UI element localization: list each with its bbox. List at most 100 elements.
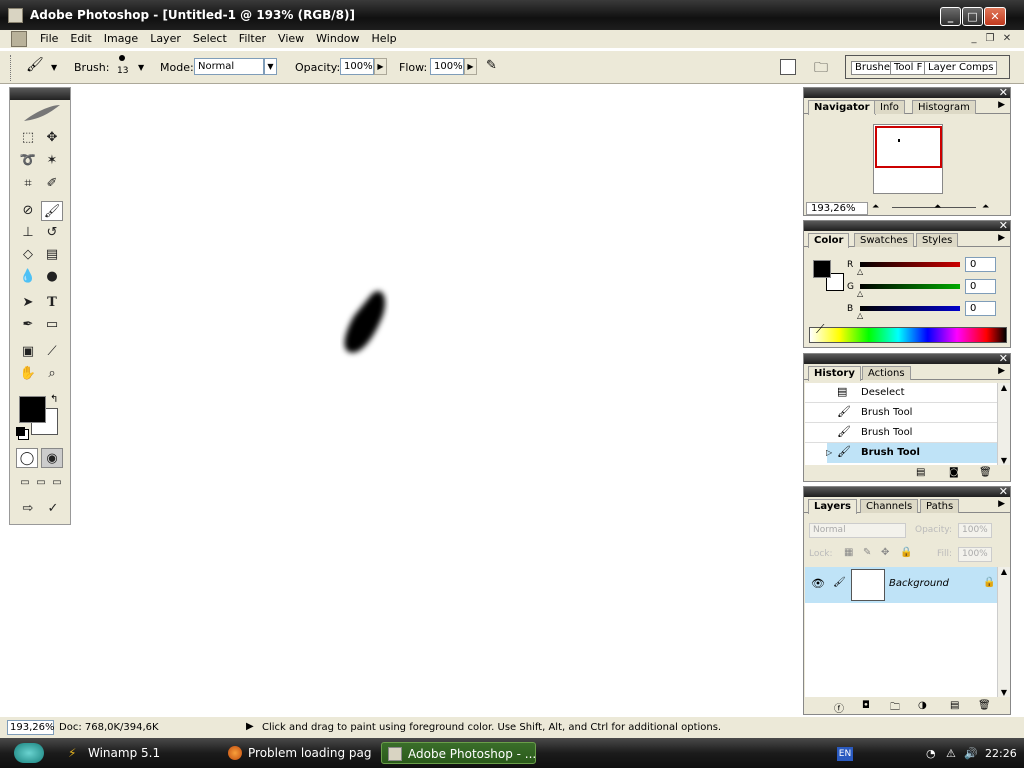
foreground-color-top[interactable] [19, 396, 46, 423]
airbrush-icon[interactable]: ✎ [486, 58, 508, 78]
lasso-tool-icon[interactable]: ➰ [17, 151, 39, 171]
navigator-zoom-field[interactable]: 193,26% [806, 202, 868, 215]
opacity-slider-arrow[interactable]: ▶ [374, 58, 387, 75]
channel-b-thumb[interactable]: △ [857, 311, 863, 320]
scroll-down-icon[interactable]: ▼ [998, 456, 1010, 465]
move-tool-icon[interactable]: ✥ [41, 128, 63, 148]
panel-menu-arrow-icon[interactable]: ▶ [998, 100, 1005, 110]
palette-well-layer-comps-tab[interactable]: Layer Comps [924, 61, 998, 75]
jump-to-imageready-icon[interactable]: ⇨ [17, 499, 39, 519]
shape-tool-icon[interactable]: ▭ [41, 315, 63, 335]
tray-volume-icon[interactable]: 🔊 [964, 747, 978, 760]
palette-toggle-icon[interactable] [780, 59, 796, 75]
tab-info[interactable]: Info [874, 100, 905, 114]
healing-brush-tool-icon[interactable]: ⊘ [17, 201, 39, 221]
document-canvas[interactable] [72, 86, 802, 716]
adobe-feather-icon[interactable] [22, 103, 62, 123]
menu-view[interactable]: View [272, 32, 310, 45]
menu-image[interactable]: Image [98, 32, 144, 45]
doc-restore-button[interactable]: ❐ [982, 31, 998, 46]
history-item[interactable]: 🖌 Brush Tool [805, 423, 997, 443]
delete-state-icon[interactable]: 🗑 [979, 467, 992, 478]
doc-close-button[interactable]: ✕ [999, 31, 1015, 46]
menu-edit[interactable]: Edit [64, 32, 97, 45]
magic-wand-tool-icon[interactable]: ✶ [41, 151, 63, 171]
channel-b-field[interactable]: 0 [965, 301, 996, 316]
add-layer-style-icon[interactable]: ⓕ [834, 700, 844, 715]
tab-history[interactable]: History [808, 366, 861, 381]
channel-g-field[interactable]: 0 [965, 279, 996, 294]
lock-position-icon[interactable]: ✥ [881, 547, 889, 558]
taskbar-photoshop[interactable]: Adobe Photoshop - ... [381, 742, 536, 764]
history-item[interactable]: ▤ Deselect [805, 383, 997, 403]
history-brush-tool-icon[interactable]: ↺ [41, 223, 63, 243]
channel-g-thumb[interactable]: △ [857, 289, 863, 298]
close-button[interactable]: ✕ [984, 7, 1006, 26]
menu-select[interactable]: Select [187, 32, 233, 45]
status-info-arrow-icon[interactable]: ▶ [246, 721, 254, 732]
crop-tool-icon[interactable]: ⌗ [17, 174, 39, 194]
file-browser-icon[interactable]: 🗀 [814, 57, 834, 77]
layer-brush-link-icon[interactable]: 🖌 [833, 577, 846, 588]
layer-visibility-eye-icon[interactable]: 👁 [811, 577, 825, 590]
menu-window[interactable]: Window [310, 32, 365, 45]
zoom-slider-thumb[interactable]: ⏶ [934, 202, 941, 212]
lock-all-icon[interactable]: 🔒 [900, 547, 912, 558]
flow-field[interactable]: 100% [430, 58, 464, 75]
menu-layer[interactable]: Layer [144, 32, 187, 45]
standard-mode-icon[interactable]: ◯ [16, 448, 38, 468]
quick-mask-mode-icon[interactable]: ◉ [41, 448, 63, 468]
new-group-icon[interactable]: 🗀 [890, 700, 900, 717]
taskbar-firefox[interactable]: Problem loading pag... [222, 742, 372, 764]
doc-minimize-button[interactable]: _ [966, 31, 982, 46]
color-ramp[interactable] [809, 327, 1007, 343]
scroll-up-icon[interactable]: ▲ [998, 383, 1010, 392]
layer-name[interactable]: Background [889, 578, 949, 589]
hand-tool-icon[interactable]: ✋ [17, 364, 39, 384]
navigator-thumbnail[interactable] [873, 124, 943, 194]
start-button[interactable] [14, 743, 44, 763]
history-scrollbar[interactable]: ▲ ▼ [997, 383, 1010, 465]
tab-swatches[interactable]: Swatches [854, 233, 914, 247]
eraser-tool-icon[interactable]: ◇ [17, 245, 39, 265]
palette-well-tool-presets-tab[interactable]: Tool F [890, 61, 927, 75]
swap-colors-icon[interactable]: ↰ [50, 394, 58, 405]
marquee-tool-icon[interactable]: ⬚ [17, 128, 39, 148]
pen-tool-icon[interactable]: ✒ [17, 315, 39, 335]
fill-field[interactable]: 100% [958, 547, 992, 562]
imageready-icon[interactable]: ✓ [42, 499, 64, 519]
channel-r-field[interactable]: 0 [965, 257, 996, 272]
history-item[interactable]: 🖌 Brush Tool [805, 403, 997, 423]
new-document-from-state-icon[interactable]: ▤ [916, 467, 925, 478]
zoom-out-icon[interactable]: ⏶ [872, 202, 879, 212]
menu-file[interactable]: File [34, 32, 64, 45]
brush-tool-icon[interactable]: 🖌 [41, 201, 63, 221]
history-panel-header[interactable]: ✕ [804, 352, 1010, 365]
blur-tool-icon[interactable]: 💧 [17, 267, 39, 287]
history-state-marker-icon[interactable]: ▷ [826, 448, 832, 457]
zoom-in-icon[interactable]: ⏶ [982, 202, 989, 212]
opacity-field[interactable]: 100% [340, 58, 374, 75]
zoom-tool-icon[interactable]: ⌕ [41, 364, 63, 384]
brush-tip-icon[interactable] [119, 55, 125, 61]
gradient-tool-icon[interactable]: ▤ [41, 245, 63, 265]
maximize-button[interactable]: □ [962, 7, 983, 26]
document-icon[interactable] [11, 31, 27, 47]
full-screen-mode-icon[interactable]: ▭ [46, 473, 68, 493]
tray-network-icon[interactable]: ◔ [926, 747, 936, 760]
lock-image-icon[interactable]: ✎ [863, 547, 871, 558]
layer-row-background[interactable]: 👁 🖌 Background 🔒 [805, 567, 997, 603]
channel-r-thumb[interactable]: △ [857, 267, 863, 276]
delete-layer-icon[interactable]: 🗑 [978, 700, 991, 711]
status-zoom-field[interactable]: 193,26% [7, 720, 55, 735]
tab-histogram[interactable]: Histogram [912, 100, 976, 114]
menu-filter[interactable]: Filter [233, 32, 272, 45]
path-selection-tool-icon[interactable]: ➤ [17, 293, 39, 313]
panel-menu-arrow-icon[interactable]: ▶ [998, 366, 1005, 376]
channel-g-slider[interactable] [860, 284, 960, 289]
blend-mode-select[interactable]: Normal [809, 523, 906, 538]
tab-color[interactable]: Color [808, 233, 850, 248]
eyedropper-tool-icon[interactable]: ⟋ [41, 342, 63, 362]
tab-layers[interactable]: Layers [808, 499, 857, 514]
new-snapshot-icon[interactable]: ◙ [949, 467, 959, 478]
